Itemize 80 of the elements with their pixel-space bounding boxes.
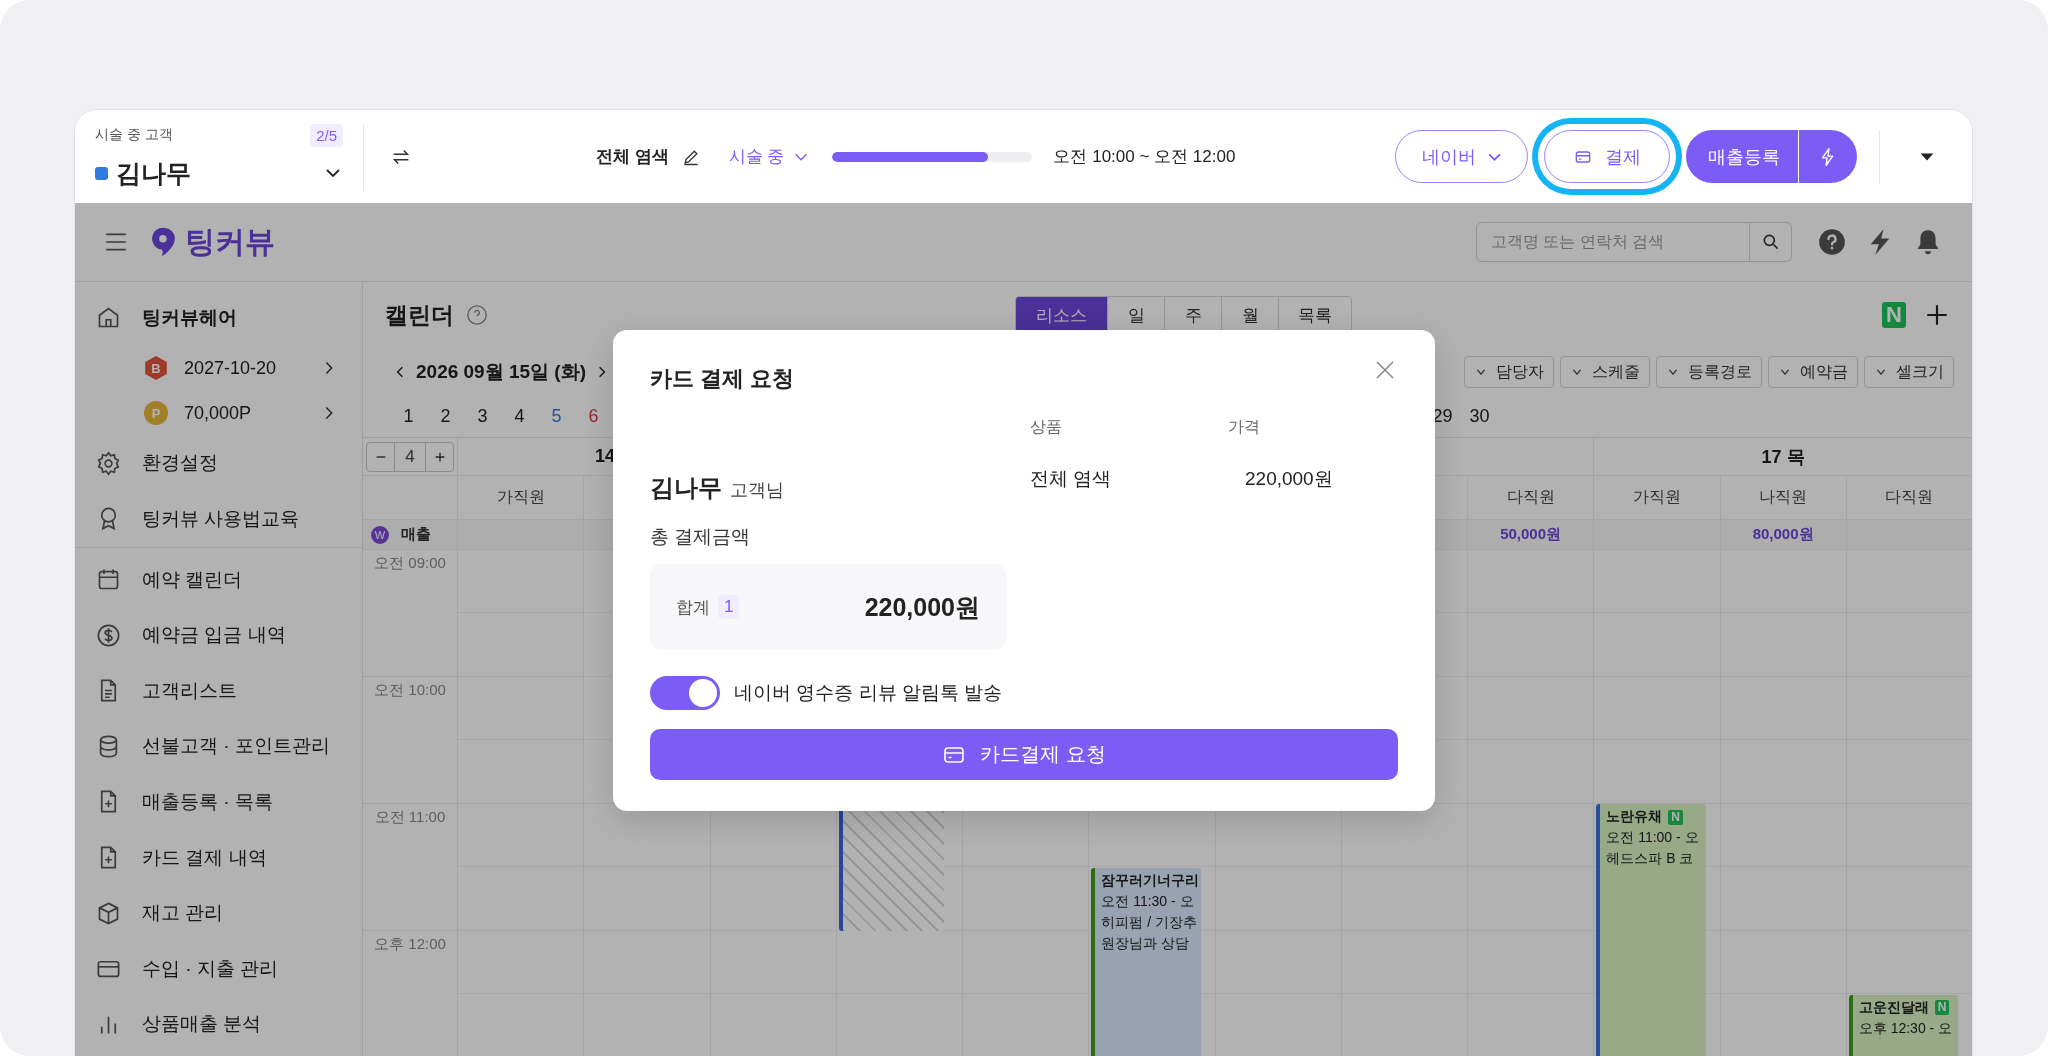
dialog-title: 카드 결제 요청 [650,365,795,393]
booking-detail: 히피펌 / 기장추 [1101,913,1197,932]
logo-icon [151,226,177,258]
day-number[interactable]: 4 [501,406,538,427]
booking-detail: 오전 11:30 - 오 [1101,892,1194,911]
calendar-title: 캘린더 [385,300,454,330]
day-header: 17 목 [1593,438,1972,476]
booking-detail: 헤드스파 B 코 [1606,850,1694,868]
sidebar-item[interactable]: B 2027-10-20 [75,345,362,391]
sum-label: 합계 [676,596,710,619]
filter-dropdown[interactable]: 등록경로 [1656,356,1762,388]
sidebar-item[interactable]: 상품매출 분석 [75,996,362,1053]
search-field[interactable]: 고객명 또는 연락처 검색 [1476,222,1750,262]
sidebar-item[interactable]: 매출등록 · 목록 [75,774,362,830]
day-number[interactable]: 1 [390,406,427,427]
day-number[interactable]: 3 [464,406,501,427]
booking-detail: 오전 11:00 - 오 [1606,829,1699,847]
sidebar-item[interactable]: 예약금 입금 내역 [75,607,362,663]
view-tab[interactable]: 리소스 [1016,297,1108,333]
chevron-down-icon [1488,152,1501,161]
card-payment-button[interactable]: 카드결제 요청 [650,729,1398,780]
product-name: 전체 염색 [1030,467,1113,491]
customer-counter: 2/5 [310,123,343,147]
column-header: 가격 [1228,416,1261,437]
add-icon[interactable] [1924,302,1950,328]
total-amount: 220,000원 [864,591,980,623]
filter-dropdown[interactable]: 셀크기 [1864,356,1954,388]
toggle-switch[interactable] [650,676,720,710]
help-icon[interactable] [1818,228,1846,256]
item-count: 1 [718,595,740,619]
current-date: 2026 09월 15일 (화) [416,360,587,384]
booking-title: 고운진달래 [1858,998,1929,1017]
booking-detail: 오후 12:30 - 오 [1858,1019,1953,1038]
toggle-label: 네이버 영수증 리뷰 알림톡 발송 [734,681,1003,705]
search-button[interactable] [1750,222,1792,262]
badge-icon: B [144,356,168,381]
sidebar-item[interactable]: 카드 결제 내역 [75,829,362,886]
sales-label: 매출 [401,525,431,544]
total-label: 총 결제금액 [650,525,751,549]
appointment-time: 오전 10:00 ~ 오전 12:00 [1053,146,1236,168]
day-number[interactable]: 30 [1461,406,1498,427]
product-price: 220,000원 [1244,467,1334,491]
booking-card[interactable]: 고운진달래 N 오후 12:30 - 오 [1848,994,1958,1056]
sales-badge: W [371,525,389,544]
booking-detail: 원장님과 상담 [1101,934,1190,953]
sidebar-item[interactable]: 수입 · 지출 관리 [75,940,362,997]
booking-title: 잠꾸러기너구리 [1101,871,1200,890]
customer-name: 김나무 [650,473,722,503]
customer-suffix: 고객님 [730,479,784,502]
filter-dropdown[interactable]: 담당자 [1464,356,1554,388]
filter-dropdown[interactable]: 예약금 [1768,356,1858,388]
sidebar-item[interactable]: P 70,000P [75,390,362,436]
badge-icon: P [144,401,168,426]
sidebar-item[interactable]: 재고 관리 [75,885,362,941]
day-number[interactable]: 5 [538,406,575,427]
stepper-value: 4 [394,442,426,471]
naver-badge: N [1668,809,1683,825]
sidebar-item[interactable]: 고객리스트 [75,662,362,719]
service-name: 전체 염색 [596,146,669,168]
sidebar-item[interactable]: 선불고객 · 포인트관리 [75,718,362,775]
sidebar-item[interactable]: 팅커뷰 사용법교육 [75,491,362,547]
customer-label: 시술 중 고객 [95,126,173,144]
naver-dropdown[interactable]: 네이버 [1395,130,1528,183]
day-number[interactable]: 6 [575,406,612,427]
sidebar-item[interactable]: 예약 캘린더 [75,551,362,608]
sidebar-item[interactable]: 환경설정 [75,435,362,492]
naver-badge: N [1934,1000,1950,1015]
help-icon[interactable] [466,304,488,326]
customer-name: 김나무 [116,157,191,189]
sidebar-item[interactable]: 팅커뷰헤어 [75,290,362,346]
status-dropdown[interactable]: 시술 중 [728,145,811,168]
column-header: 상품 [1030,416,1063,437]
day-number[interactable]: 2 [427,406,464,427]
booking-title: 노란유채 [1606,808,1663,826]
filter-dropdown[interactable]: 스케줄 [1560,356,1650,388]
booking-card[interactable]: 잠꾸러기너구리 오전 11:30 - 오 히피펌 / 기장추 원장님과 상담 [1091,867,1201,1056]
booking-card[interactable]: 노란유채 N 오전 11:00 - 오 헤드스파 B 코 [1596,804,1706,1056]
logo-text: 팅커뷰 [185,223,275,260]
gear-icon [95,449,122,477]
cell-size-stepper[interactable]: 4 [366,441,454,472]
